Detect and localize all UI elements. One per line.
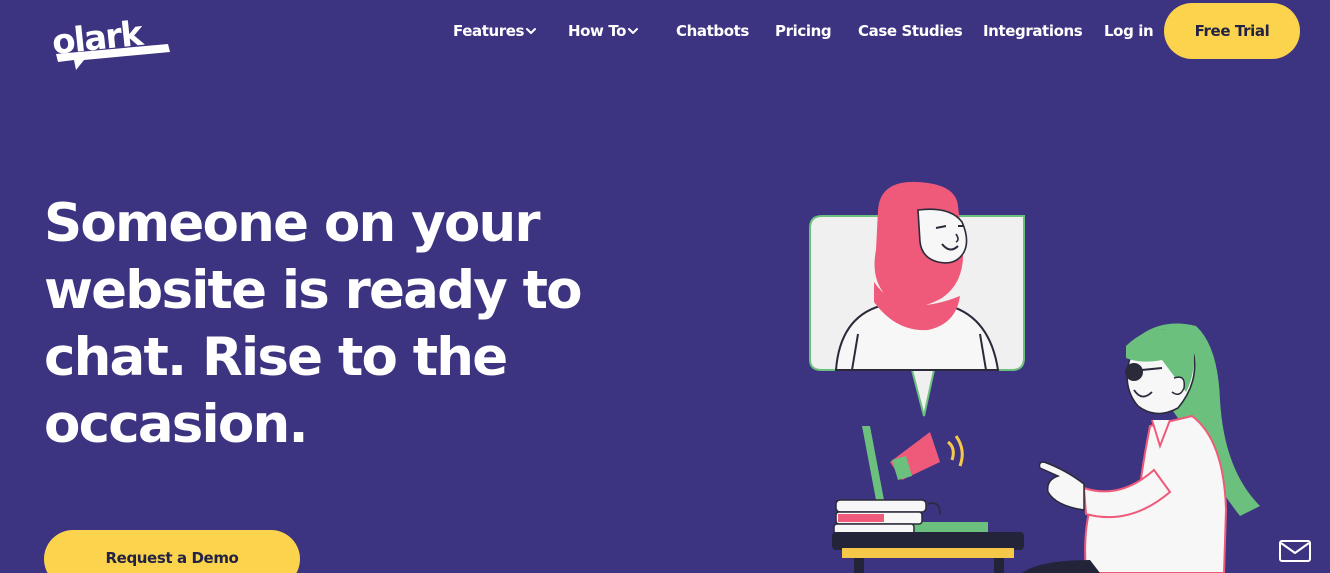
hero-headline: Someone on your website is ready to chat… [44, 193, 583, 455]
desk [832, 532, 1024, 573]
nav-item-how-to[interactable]: How To [568, 22, 639, 40]
megaphone [890, 432, 964, 480]
page: olark Features How To Chatbots Pricing C… [0, 0, 1330, 573]
hero-illustration [809, 181, 1260, 573]
chevron-down-icon [526, 27, 537, 34]
free-trial-button[interactable]: Free Trial [1164, 3, 1300, 59]
nav-item-label: Features [453, 22, 525, 40]
nav-item-features[interactable]: Features [453, 22, 537, 40]
chevron-down-icon [628, 27, 639, 34]
nav-item-integrations[interactable]: Integrations [983, 22, 1083, 40]
nav-item-chatbots[interactable]: Chatbots [676, 22, 749, 40]
mail-icon[interactable] [1278, 538, 1312, 564]
woman-figure [1022, 323, 1260, 573]
video-chat-bubble [809, 181, 1025, 417]
nav-item-pricing[interactable]: Pricing [775, 22, 832, 40]
nav-item-label: How To [568, 22, 627, 40]
nav-item-case-studies[interactable]: Case Studies [858, 22, 963, 40]
nav-item-log-in[interactable]: Log in [1104, 22, 1154, 40]
request-demo-button[interactable]: Request a Demo [44, 530, 300, 573]
main-nav: Features How To Chatbots Pricing Case St… [0, 0, 1330, 64]
